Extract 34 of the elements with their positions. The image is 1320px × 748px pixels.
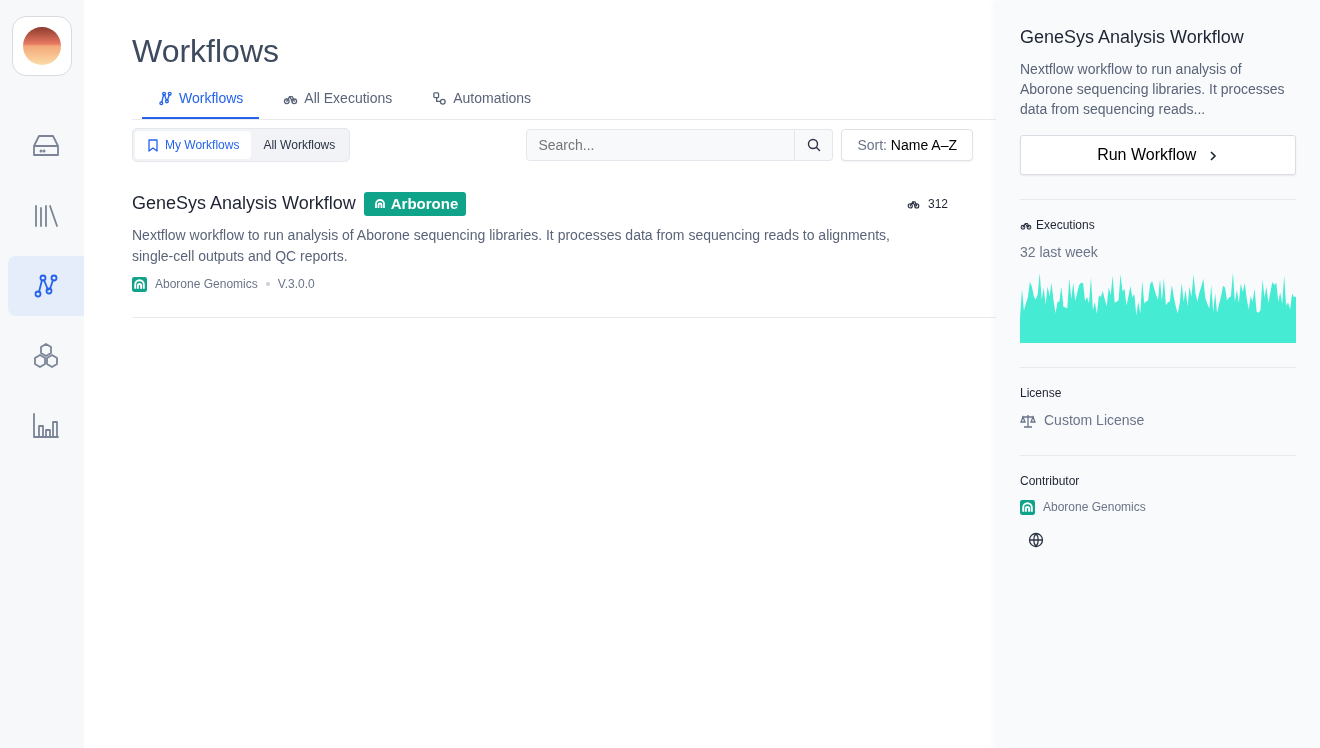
page-title: Workflows — [132, 32, 280, 71]
executions-summary: 32 last week — [1020, 243, 1099, 262]
organization-logo-icon — [132, 276, 147, 292]
globe-icon[interactable] — [1028, 532, 1044, 548]
scale-icon — [1020, 413, 1036, 428]
section-label: Executions — [1036, 217, 1095, 234]
execution-count: 312 — [927, 195, 948, 213]
brand-logo-badge: Arborone — [363, 191, 467, 217]
filter-option[interactable]: My Workflows — [135, 131, 252, 160]
app-logo-icon[interactable] — [12, 16, 72, 76]
bookmark-icon — [147, 138, 159, 152]
tab[interactable]: All Executions — [267, 82, 409, 120]
contributor-name: Aborone Genomics — [1043, 499, 1146, 516]
license-name: Custom License — [1044, 411, 1145, 430]
version-label: V.3.0.0 — [277, 276, 315, 294]
details-description: Nextflow workflow to run analysis of Aborone sequencing libraries. It processes data from sequencing reads... — [1020, 60, 1286, 119]
organization-logo-icon — [1020, 499, 1035, 515]
tab[interactable]: Automations — [416, 82, 548, 120]
section-label: Contributor — [1020, 473, 1081, 490]
tab[interactable]: Workflows — [142, 82, 260, 120]
run-workflow-button[interactable]: Run Workflow — [1020, 135, 1296, 175]
filter-option[interactable]: All Workflows — [251, 131, 348, 160]
linked-shapes-icon — [432, 91, 448, 107]
owner-name: Aborone Genomics — [155, 276, 258, 294]
details-title: GeneSys Analysis Workflow — [1020, 26, 1245, 49]
workflow-nodes-icon — [158, 91, 173, 107]
nav-item[interactable] — [8, 256, 84, 316]
search-icon — [806, 138, 821, 153]
search-field[interactable]: Search... — [526, 129, 796, 162]
section-label: License — [1020, 385, 1063, 402]
workflow-title[interactable]: GeneSys Analysis Workflow — [132, 190, 356, 218]
workflow-description: Nextflow workflow to run analysis of Aborone sequencing libraries. It processes data from sequencing reads to alignments, single-cell outputs and QC reports. — [132, 226, 891, 267]
sort-dropdown[interactable]: Sort: Name A–Z — [841, 129, 973, 162]
search-button[interactable] — [795, 129, 834, 162]
